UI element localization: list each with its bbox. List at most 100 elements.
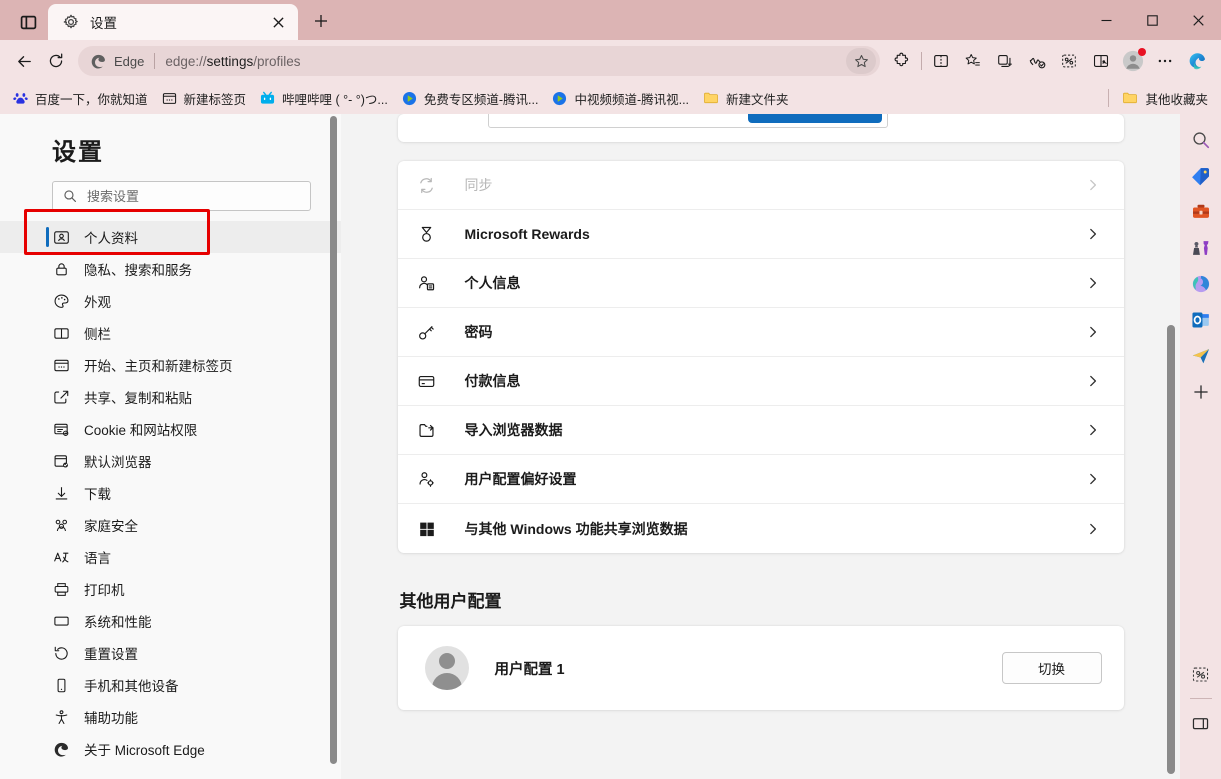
- new-tab-button[interactable]: [306, 6, 336, 36]
- sidebar-item-printers[interactable]: 打印机: [0, 573, 341, 605]
- toggle-sidebar-icon[interactable]: [1185, 707, 1217, 739]
- sidebar-item-profiles[interactable]: 个人资料: [0, 221, 341, 253]
- profile-icon[interactable]: [1117, 45, 1149, 77]
- read-aloud-icon[interactable]: [1085, 45, 1117, 77]
- favorites-list-icon[interactable]: [957, 45, 989, 77]
- row-label: 与其他 Windows 功能共享浏览数据: [464, 520, 688, 537]
- tencent-video-icon: [552, 91, 567, 106]
- row-profile-preferences[interactable]: 用户配置偏好设置: [397, 455, 1124, 504]
- sidebar-item-start-home-newtabs[interactable]: 开始、主页和新建标签页: [0, 349, 341, 381]
- avatar-placeholder-icon: [424, 646, 469, 690]
- sidebar-item-label: 隐私、搜索和服务: [84, 263, 192, 278]
- bookmark-item[interactable]: 中视频频道-腾讯视...: [545, 86, 696, 111]
- edge-sidebar-divider: [1189, 698, 1212, 699]
- phone-icon: [52, 676, 70, 694]
- settings-more-icon[interactable]: [1149, 45, 1181, 77]
- content-scrollbar[interactable]: [1164, 114, 1178, 779]
- signin-primary-button[interactable]: [747, 114, 882, 123]
- sidebar-item-cookies-permissions[interactable]: Cookie 和网站权限: [0, 413, 341, 445]
- outlook-icon[interactable]: [1185, 304, 1217, 336]
- screenshot-icon[interactable]: [1053, 45, 1085, 77]
- sidebar-scroll-thumb[interactable]: [330, 116, 337, 764]
- bookmark-folder[interactable]: 新建文件夹: [696, 86, 796, 111]
- sidebar-item-reset-settings[interactable]: 重置设置: [0, 637, 341, 669]
- row-passwords[interactable]: 密码: [397, 308, 1124, 357]
- sidebar-item-family-safety[interactable]: 家庭安全: [0, 509, 341, 541]
- other-favorites-folder[interactable]: 其他收藏夹: [1115, 86, 1215, 111]
- bookmark-item[interactable]: 百度一下，你就知道: [6, 86, 155, 111]
- reload-icon[interactable]: [40, 45, 72, 77]
- settings-sidebar: 设置 个人资料 隐私、搜索和服务 外观: [0, 114, 341, 779]
- maximize-button[interactable]: [1129, 0, 1175, 40]
- favorites-star-icon[interactable]: [846, 48, 876, 74]
- browser-tab-settings[interactable]: 设置: [48, 4, 298, 40]
- row-label: 同步: [464, 177, 493, 193]
- address-bar[interactable]: Edge edge://settings/profiles: [78, 46, 880, 76]
- browser-essentials-icon[interactable]: [1021, 45, 1053, 77]
- sidebar-item-accessibility[interactable]: 辅助功能: [0, 701, 341, 733]
- toolbar-divider: [921, 52, 922, 70]
- profile-notification-badge: [1138, 48, 1146, 56]
- collections-icon[interactable]: [989, 45, 1021, 77]
- bookmark-item[interactable]: 免费专区频道-腾讯...: [395, 86, 546, 111]
- sidebar-item-privacy[interactable]: 隐私、搜索和服务: [0, 253, 341, 285]
- sidebar-item-phone-devices[interactable]: 手机和其他设备: [0, 669, 341, 701]
- games-icon[interactable]: [1185, 232, 1217, 264]
- sidebar-item-appearance[interactable]: 外观: [0, 285, 341, 317]
- row-share-browsing-data-windows[interactable]: 与其他 Windows 功能共享浏览数据: [398, 504, 1124, 553]
- edge-sidebar: [1180, 114, 1221, 779]
- search-icon[interactable]: [1185, 124, 1217, 156]
- search-icon: [63, 189, 77, 203]
- screenshot-icon[interactable]: [1185, 658, 1217, 690]
- row-payment-info[interactable]: 付款信息: [397, 357, 1124, 406]
- switch-profile-button[interactable]: 切换: [1001, 652, 1102, 684]
- add-icon[interactable]: [1185, 376, 1217, 408]
- accessibility-icon: [52, 708, 70, 726]
- sidebar-item-label: 侧栏: [84, 327, 111, 342]
- bookmark-item[interactable]: 哔哩哔哩 ( °- °)つ...: [253, 86, 395, 111]
- chevron-right-icon: [1084, 228, 1102, 240]
- sidebar-item-languages[interactable]: 语言: [0, 541, 341, 573]
- tools-icon[interactable]: [1185, 196, 1217, 228]
- sidebar-item-about-edge[interactable]: 关于 Microsoft Edge: [0, 733, 341, 765]
- search-settings-box[interactable]: [52, 181, 311, 211]
- row-personal-info[interactable]: 个人信息: [397, 259, 1124, 308]
- row-sync[interactable]: 同步: [397, 161, 1124, 210]
- m365-icon[interactable]: [1185, 268, 1217, 300]
- section-title-other-profiles: 其他用户配置: [399, 592, 502, 611]
- row-import-browser-data[interactable]: 导入浏览器数据: [397, 406, 1124, 455]
- shopping-tag-icon[interactable]: [1185, 160, 1217, 192]
- sidebar-item-label: 手机和其他设备: [84, 679, 179, 694]
- sidebar-item-downloads[interactable]: 下载: [0, 477, 341, 509]
- row-microsoft-rewards[interactable]: Microsoft Rewards: [397, 210, 1124, 259]
- copilot-icon[interactable]: [1181, 45, 1213, 77]
- extensions-icon[interactable]: [886, 45, 918, 77]
- personal-info-icon: [415, 271, 439, 295]
- sidebar-item-label: 重置设置: [84, 647, 138, 662]
- title-bar: 设置: [0, 0, 1221, 40]
- bookmark-item[interactable]: 新建标签页: [155, 86, 254, 111]
- key-icon: [415, 320, 439, 344]
- sidebar-item-sidebar[interactable]: 侧栏: [0, 317, 341, 349]
- sidebar-scrollbar[interactable]: [327, 114, 339, 779]
- sidebar-item-share-copy-paste[interactable]: 共享、复制和粘贴: [0, 381, 341, 413]
- content-scroll-thumb[interactable]: [1167, 325, 1175, 774]
- row-label: 导入浏览器数据: [464, 422, 563, 438]
- sidebar-item-default-browser[interactable]: 默认浏览器: [0, 445, 341, 477]
- close-window-button[interactable]: [1175, 0, 1221, 40]
- drop-icon[interactable]: [1185, 340, 1217, 372]
- other-profile-name: 用户配置 1: [494, 661, 565, 678]
- back-icon[interactable]: [8, 45, 40, 77]
- address-url: edge://settings/profiles: [165, 53, 301, 69]
- other-favorites-label: 其他收藏夹: [1145, 92, 1208, 107]
- close-icon[interactable]: [266, 10, 290, 34]
- chevron-right-icon: [1084, 424, 1102, 436]
- minimize-button[interactable]: [1083, 0, 1129, 40]
- edge-logo-icon: [52, 740, 70, 758]
- split-screen-icon[interactable]: [925, 45, 957, 77]
- sidebar-item-system-performance[interactable]: 系统和性能: [0, 605, 341, 637]
- search-input[interactable]: [87, 188, 300, 204]
- tab-actions-icon[interactable]: [12, 7, 44, 37]
- sidebar-icon: [52, 324, 70, 342]
- download-icon: [52, 484, 70, 502]
